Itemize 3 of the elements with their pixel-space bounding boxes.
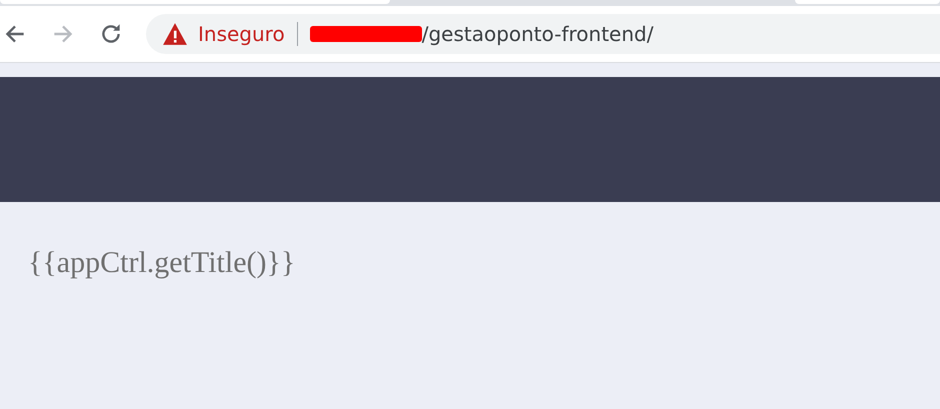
security-label[interactable]: Inseguro	[198, 22, 285, 46]
page-title: {{appCtrl.getTitle()}}	[28, 246, 296, 280]
warning-icon[interactable]	[162, 22, 188, 46]
